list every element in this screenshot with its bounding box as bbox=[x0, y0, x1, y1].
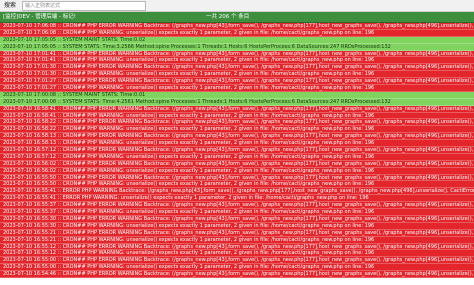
entry-count-label: 一共 206 个 条目 bbox=[206, 14, 250, 20]
search-toolbar: 搜索 bbox=[0, 0, 474, 12]
log-row-error[interactable]: 2023-07-10 16:58:13 :: CRON## PHP WARNIN… bbox=[0, 140, 474, 148]
log-header-bar: [监控]DEV - 管理后端 - 标记! 一共 206 个 条目 bbox=[0, 12, 474, 23]
log-row-info[interactable]: 2023-07-10 17:00:08 :: SYSTEM MAINT STAT… bbox=[0, 91, 474, 99]
log-row-error[interactable]: 2023-07-10 16:55:41 :: ERROR PHP WARNING… bbox=[0, 188, 474, 196]
log-row-error[interactable]: 2023-07-10 17:01:41 :: CRON## PHP WARNIN… bbox=[0, 57, 474, 65]
log-row-error[interactable]: 2023-07-10 16:58:22 :: CRON## PHP WARNIN… bbox=[0, 126, 474, 134]
log-row-info[interactable]: 2023-07-10 17:05:05 :: SYSTEM MAINT STAT… bbox=[0, 36, 474, 44]
log-row-error[interactable]: 2023-07-10 16:55:00 :: CRON## PHP WARNIN… bbox=[0, 264, 474, 272]
log-row-error[interactable]: 2023-07-10 16:57:12 :: CRON## PHP WARNIN… bbox=[0, 153, 474, 161]
log-row-error[interactable]: 2023-07-10 16:58:22 :: CRON## PHP ERROR … bbox=[0, 119, 474, 127]
log-row-error[interactable]: 2023-07-10 16:55:21 :: CRON## PHP WARNIN… bbox=[0, 236, 474, 244]
log-row-error[interactable]: 2023-07-10 16:55:30 :: CRON## PHP WARNIN… bbox=[0, 222, 474, 230]
search-label: 搜索 bbox=[4, 2, 17, 9]
log-row-error[interactable]: 2023-07-10 16:56:02 :: CRON## PHP WARNIN… bbox=[0, 167, 474, 175]
log-row-error[interactable]: 2023-07-10 16:56:02 :: CRON## PHP ERROR … bbox=[0, 160, 474, 168]
log-row-error[interactable]: 2023-07-10 17:01:27 :: CRON## PHP WARNIN… bbox=[0, 85, 474, 92]
log-row-error[interactable]: 2023-07-10 16:55:21 :: CRON## PHP ERROR … bbox=[0, 229, 474, 237]
log-row-error[interactable]: 2023-07-10 17:01:41 :: CRON## PHP ERROR … bbox=[0, 50, 474, 58]
log-row-error[interactable]: 2023-07-10 16:55:50 :: CRON## PHP WARNIN… bbox=[0, 181, 474, 189]
log-row-error[interactable]: 2023-07-10 17:06:08 :: CRON## PHP WARNIN… bbox=[0, 29, 474, 37]
log-row-error[interactable]: 2023-07-10 17:01:30 :: CRON## PHP ERROR … bbox=[0, 64, 474, 72]
log-row-error[interactable]: 2023-07-10 16:54:46 :: CRON## PHP ERROR … bbox=[0, 271, 474, 278]
log-entry-list[interactable]: 2023-07-10 17:06:08 :: CRON## PHP ERROR … bbox=[0, 23, 474, 285]
log-row-error[interactable]: 2023-07-10 17:06:08 :: CRON## PHP ERROR … bbox=[0, 23, 474, 30]
log-row-info[interactable]: 2023-07-10 17:05:05 :: SYSTEM STATS: Tim… bbox=[0, 43, 474, 51]
log-row-error[interactable]: 2023-07-10 17:01:30 :: CRON## PHP WARNIN… bbox=[0, 71, 474, 79]
log-row-error[interactable]: 2023-07-10 16:55:37 :: CRON## PHP ERROR … bbox=[0, 202, 474, 210]
log-source-title: [监控]DEV - 管理后端 - 标记! bbox=[3, 14, 76, 20]
log-row-error[interactable]: 2023-07-10 16:55:12 :: CRON## PHP ERROR … bbox=[0, 243, 474, 251]
log-row-error[interactable]: 2023-07-10 16:55:00 :: CRON## PHP ERROR … bbox=[0, 257, 474, 265]
log-row-error[interactable]: 2023-07-10 16:58:41 :: CRON## PHP ERROR … bbox=[0, 105, 474, 113]
log-row-error[interactable]: 2023-07-10 16:55:30 :: CRON## PHP ERROR … bbox=[0, 215, 474, 223]
log-row-info[interactable]: 2023-07-10 17:00:08 :: SYSTEM STATS: Tim… bbox=[0, 98, 474, 106]
regex-search-input[interactable] bbox=[22, 1, 146, 11]
log-row-error[interactable]: 2023-07-10 16:58:13 :: CRON## PHP ERROR … bbox=[0, 133, 474, 141]
log-row-error[interactable]: 2023-07-10 16:55:37 :: CRON## PHP WARNIN… bbox=[0, 209, 474, 216]
log-row-error[interactable]: 2023-07-10 17:01:27 :: CRON## PHP ERROR … bbox=[0, 78, 474, 86]
log-row-error[interactable]: 2023-07-10 16:57:12 :: CRON## PHP ERROR … bbox=[0, 147, 474, 154]
log-row-error[interactable]: 2023-07-10 16:55:50 :: CRON## PHP ERROR … bbox=[0, 174, 474, 182]
log-row-error[interactable]: 2023-07-10 16:58:41 :: CRON## PHP WARNIN… bbox=[0, 112, 474, 120]
log-row-error[interactable]: 2023-07-10 16:55:41 :: ERROR PHP WARNING… bbox=[0, 195, 474, 203]
log-row-error[interactable]: 2023-07-10 16:55:12 :: CRON## PHP WARNIN… bbox=[0, 250, 474, 258]
